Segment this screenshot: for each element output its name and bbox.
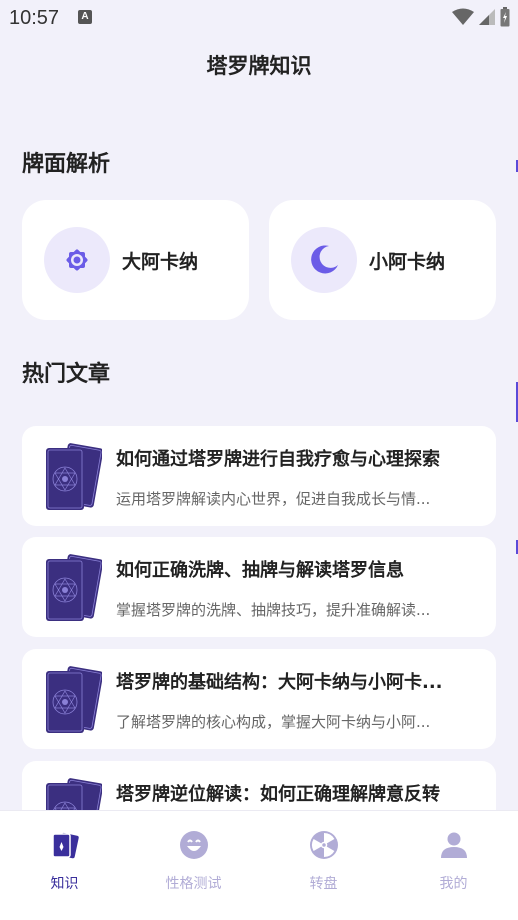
- tab-label: 我的: [439, 876, 468, 892]
- section-title-articles: 热门文章: [22, 362, 111, 387]
- category-card-minor-arcana[interactable]: 小阿卡纳: [269, 200, 496, 320]
- wifi-icon: [452, 8, 474, 25]
- category-icon-bg: [44, 227, 110, 293]
- article-summary: 了解塔罗牌的核心构成，掌握大阿卡纳与小阿...: [116, 713, 431, 731]
- bottom-tab-bar: 知识 性格测试 转盘 我的: [0, 810, 518, 920]
- tab-label: 知识: [50, 876, 79, 892]
- tab-personality-test[interactable]: 性格测试: [129, 811, 258, 920]
- status-time: 10:57: [9, 7, 60, 29]
- tab-label: 转盘: [309, 876, 338, 892]
- article-card[interactable]: 如何正确洗牌、抽牌与解读塔罗信息 掌握塔罗牌的洗牌、抽牌技巧，提升准确解读...: [22, 537, 496, 637]
- article-summary: 运用塔罗牌解读内心世界，促进自我成长与情...: [116, 490, 431, 508]
- tab-knowledge[interactable]: 知识: [0, 811, 129, 920]
- tarot-card-thumbnail: [46, 666, 102, 733]
- article-title: 塔罗牌的基础结构：大阿卡纳与小阿卡...: [116, 672, 443, 693]
- article-title: 如何正确洗牌、抽牌与解读塔罗信息: [116, 560, 404, 581]
- battery-icon: [500, 7, 510, 27]
- signal-icon: [479, 9, 495, 25]
- tab-wheel[interactable]: 转盘: [259, 811, 388, 920]
- smile-icon: [179, 831, 208, 859]
- article-title: 塔罗牌逆位解读：如何正确理解牌意反转: [116, 784, 440, 805]
- sun-icon: [66, 249, 88, 271]
- category-label: 大阿卡纳: [122, 250, 199, 273]
- status-bar: 10:57 A: [0, 0, 518, 36]
- article-summary: 掌握塔罗牌的洗牌、抽牌技巧，提升准确解读...: [116, 601, 431, 619]
- tarot-card-thumbnail: [46, 554, 102, 621]
- person-icon: [440, 832, 467, 858]
- moon-icon: [311, 245, 338, 274]
- tarot-card-thumbnail: [46, 443, 102, 510]
- category-label: 小阿卡纳: [369, 250, 446, 273]
- article-card[interactable]: 如何通过塔罗牌进行自我疗愈与心理探索 运用塔罗牌解读内心世界，促进自我成长与情.…: [22, 426, 496, 526]
- cards-icon: [51, 832, 79, 859]
- article-card[interactable]: 塔罗牌的基础结构：大阿卡纳与小阿卡... 了解塔罗牌的核心构成，掌握大阿卡纳与小…: [22, 649, 496, 749]
- article-title: 如何通过塔罗牌进行自我疗愈与心理探索: [116, 449, 440, 470]
- tab-profile[interactable]: 我的: [389, 811, 518, 920]
- category-card-major-arcana[interactable]: 大阿卡纳: [22, 200, 249, 320]
- status-indicators: [452, 7, 510, 27]
- section-title-card-types: 牌面解析: [22, 152, 111, 177]
- category-icon-bg: [291, 227, 357, 293]
- page-title: 塔罗牌知识: [206, 54, 312, 78]
- wheel-icon: [309, 831, 338, 859]
- notification-icon: A: [78, 10, 92, 24]
- tab-label: 性格测试: [165, 876, 222, 892]
